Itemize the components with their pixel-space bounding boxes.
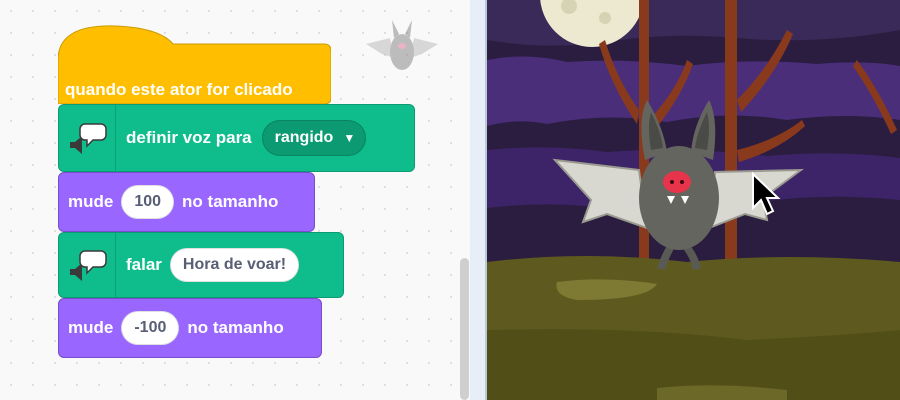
chevron-down-icon: ▼ — [343, 131, 356, 145]
voice-dropdown-value: rangido — [274, 129, 334, 146]
change-size-prefix: mude — [68, 192, 114, 211]
size-input[interactable]: 100 — [121, 185, 175, 219]
when-sprite-clicked-block[interactable]: quando este ator for clicado — [58, 24, 331, 104]
change-size-suffix: no tamanho — [182, 192, 279, 211]
text-to-speech-extension-icon — [59, 233, 116, 297]
change-size-block[interactable]: mude -100 no tamanho — [58, 298, 322, 358]
set-voice-label: definir voz para — [126, 128, 252, 147]
speech-bubble-icon — [79, 123, 107, 148]
speech-bubble-icon — [79, 250, 107, 275]
stage[interactable] — [487, 0, 900, 400]
change-size-suffix: no tamanho — [187, 318, 284, 337]
text-to-speech-extension-icon — [59, 105, 116, 171]
current-sprite-thumbnail — [366, 20, 438, 70]
speak-block[interactable]: falar Hora de voar! — [58, 232, 344, 298]
change-size-prefix: mude — [68, 318, 114, 337]
hat-block-label: quando este ator for clicado — [65, 80, 293, 99]
voice-dropdown[interactable]: rangido ▼ — [261, 120, 367, 156]
speaker-icon — [70, 263, 82, 281]
speak-label: falar — [126, 255, 162, 274]
change-size-block[interactable]: mude 100 no tamanho — [58, 172, 315, 232]
size-input[interactable]: -100 — [121, 311, 180, 345]
code-workspace[interactable]: quando este ator for clicado definir voz… — [0, 0, 470, 400]
set-voice-block[interactable]: definir voz para rangido ▼ — [58, 104, 415, 172]
speaker-icon — [70, 136, 82, 154]
speak-text-input[interactable]: Hora de voar! — [169, 248, 300, 282]
panel-divider — [470, 0, 486, 400]
workspace-scrollbar[interactable] — [460, 258, 469, 400]
